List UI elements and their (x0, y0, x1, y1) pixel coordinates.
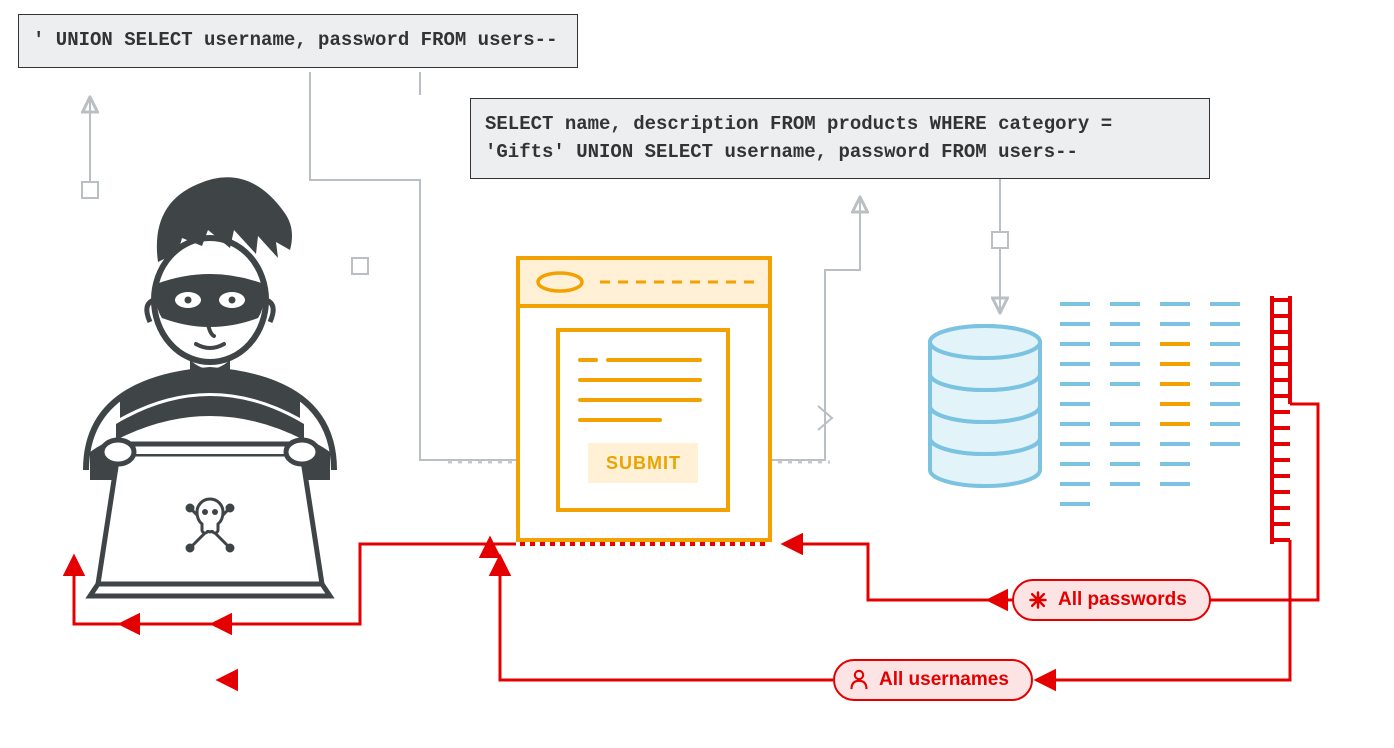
attacker-input-code: ' UNION SELECT username, password FROM u… (18, 14, 578, 68)
all-usernames-badge: All usernames (833, 659, 1033, 701)
all-passwords-badge: All passwords (1012, 579, 1211, 621)
badge-label: All usernames (879, 669, 1009, 691)
badge-label: All passwords (1058, 589, 1187, 611)
asterisk-icon (1028, 590, 1048, 610)
server-query-code: SELECT name, description FROM products W… (470, 98, 1210, 179)
database-icon (930, 296, 1290, 544)
attacker-icon (86, 177, 334, 596)
user-icon (849, 669, 869, 691)
web-form-icon (518, 258, 770, 544)
submit-button-label: SUBMIT (606, 453, 681, 474)
